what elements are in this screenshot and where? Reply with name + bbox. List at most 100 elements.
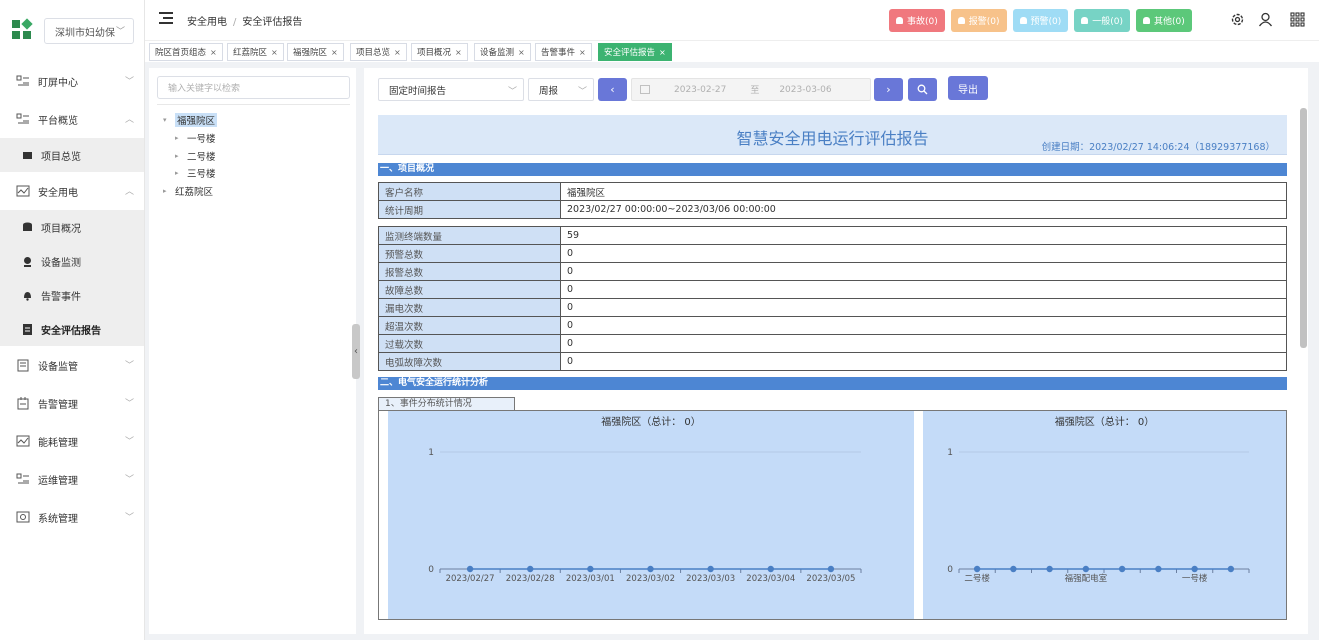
close-icon[interactable]: × bbox=[271, 48, 278, 57]
panel-splitter-handle[interactable]: ‹ bbox=[352, 324, 360, 379]
close-icon[interactable]: × bbox=[518, 48, 525, 57]
next-period-button[interactable]: › bbox=[874, 78, 903, 101]
tab-project-summary[interactable]: 项目概况 × bbox=[411, 43, 468, 61]
menu-item-safe-electricity[interactable]: 安全用电 ︿ bbox=[0, 172, 144, 210]
menu-item-ops-management[interactable]: 运维管理 ﹀ bbox=[0, 460, 144, 498]
table-value: 2023/02/27 00:00:00~2023/03/06 00:00:00 bbox=[560, 200, 1287, 219]
table-value: 福强院区 bbox=[560, 182, 1287, 201]
menu-item-device-monitor[interactable]: 设备监测 bbox=[0, 244, 144, 278]
collapse-menu-icon[interactable] bbox=[159, 12, 173, 24]
tree-node-label: 福强院区 bbox=[175, 113, 218, 127]
chevron-down-icon: ﹀ bbox=[124, 399, 134, 409]
tab-label: 设备监测 bbox=[480, 48, 515, 58]
close-icon[interactable]: × bbox=[394, 48, 401, 57]
tab-label: 项目概况 bbox=[417, 48, 452, 58]
menu-item-project-overview[interactable]: 项目总览 bbox=[0, 138, 144, 172]
menu-item-system-management[interactable]: 系统管理 ﹀ bbox=[0, 498, 144, 536]
search-placeholder: 输入关键字以检索 bbox=[168, 84, 241, 94]
accident-badge[interactable]: 事故(0) bbox=[889, 9, 945, 32]
other-badge[interactable]: 其他(0) bbox=[1136, 9, 1192, 32]
chevron-down-icon: ﹀ bbox=[124, 513, 134, 523]
menu-item-platform-overview[interactable]: 平台概览 ︿ bbox=[0, 100, 144, 138]
menu-label: 安全评估报告 bbox=[41, 325, 101, 337]
menu-item-alarm-management[interactable]: 告警管理 ﹀ bbox=[0, 384, 144, 422]
warning-badge[interactable]: 预警(0) bbox=[1012, 9, 1069, 32]
chevron-down-icon: ﹀ bbox=[124, 437, 134, 447]
general-badge[interactable]: 一般(0) bbox=[1074, 9, 1130, 32]
table-row: 监测终端数量 59 bbox=[378, 226, 1287, 245]
tab-device-monitor[interactable]: 设备监测 × bbox=[474, 43, 531, 61]
data-point bbox=[707, 565, 714, 573]
bell-icon bbox=[1081, 17, 1089, 24]
settings-icon[interactable] bbox=[1230, 12, 1245, 27]
breadcrumb-separator: / bbox=[233, 17, 237, 28]
chart-by-date-svg: 福强院区（总计： 0） 0 1 2023/02/27 2023/02/28 2023/03… bbox=[428, 415, 862, 584]
org-select-value: 深圳市妇幼保 bbox=[55, 27, 115, 39]
close-icon[interactable]: × bbox=[210, 48, 217, 57]
caret-down-icon: ▾ bbox=[163, 116, 167, 124]
user-icon[interactable] bbox=[1258, 12, 1273, 27]
report-period-select[interactable]: 周报 ﹀ bbox=[528, 78, 594, 101]
menu-label: 告警事件 bbox=[41, 291, 81, 303]
tab-project-overview[interactable]: 项目总览 × bbox=[350, 43, 407, 61]
table-key: 报警总数 bbox=[378, 262, 561, 281]
calendar-icon bbox=[640, 85, 650, 94]
breadcrumb-item[interactable]: 安全用电 bbox=[187, 17, 227, 28]
tab-campus-home[interactable]: 院区首页组态 × bbox=[149, 43, 223, 61]
search-button[interactable] bbox=[908, 78, 937, 101]
data-point bbox=[647, 565, 654, 573]
report-type-select[interactable]: 固定时间报告 ﹀ bbox=[378, 78, 524, 101]
date-range-picker[interactable]: 2023-02-27 至 2023-03-06 bbox=[631, 78, 871, 101]
close-icon[interactable]: × bbox=[331, 48, 338, 57]
tree-node-hongli[interactable]: ▸ 红荔院区 bbox=[163, 184, 213, 198]
y-tick-label: 1 bbox=[947, 448, 953, 458]
menu-item-project-summary[interactable]: 项目概况 bbox=[0, 210, 144, 244]
data-point bbox=[1227, 565, 1235, 573]
tab-fuqiang[interactable]: 福强院区 × bbox=[287, 43, 344, 61]
top-header: 安全用电 / 安全评估报告 事故(0) 报警(0) 预警(0) 一般(0) 其他(0… bbox=[145, 0, 1319, 40]
tab-label: 福强院区 bbox=[293, 48, 328, 58]
table-key: 故障总数 bbox=[378, 280, 561, 299]
filter-bar: 固定时间报告 ﹀ 周报 ﹀ ‹ 2023-02-27 至 2023-03-06 › … bbox=[364, 68, 1308, 108]
menu-item-monitor-center[interactable]: 盯屏中心 ﹀ bbox=[0, 62, 144, 100]
table-value: 0 bbox=[560, 280, 1287, 299]
report-scrollbar[interactable] bbox=[1300, 108, 1307, 348]
subsection-tab: 1、事件分布统计情况 bbox=[378, 397, 515, 411]
menu-label: 运维管理 bbox=[38, 475, 78, 487]
menu-item-safety-report[interactable]: 安全评估报告 bbox=[0, 312, 144, 346]
table-value: 0 bbox=[560, 316, 1287, 335]
tab-alarm-events[interactable]: 告警事件 × bbox=[535, 43, 592, 61]
alarm-badge[interactable]: 报警(0) bbox=[950, 9, 1007, 32]
campus-tree-panel: 输入关键字以检索 ▾ 福强院区 ▸ 一号楼 ▸ 二号楼 ▸ 三号楼 ▸ 红荔院区 bbox=[149, 68, 356, 634]
tree-node-label: 一号楼 bbox=[187, 134, 216, 145]
data-point bbox=[587, 565, 594, 573]
menu-item-alarm-events[interactable]: 告警事件 bbox=[0, 278, 144, 312]
export-button[interactable]: 导出 bbox=[948, 76, 988, 100]
apps-grid-icon[interactable] bbox=[1290, 12, 1305, 27]
data-point bbox=[1046, 565, 1053, 573]
data-point bbox=[1155, 565, 1162, 573]
x-tick-label: 2023/03/02 bbox=[626, 574, 675, 584]
tree-search-input[interactable]: 输入关键字以检索 bbox=[157, 76, 350, 99]
org-select[interactable]: 深圳市妇幼保 ﹀ bbox=[44, 18, 134, 44]
table-row: 超温次数 0 bbox=[378, 316, 1287, 335]
tree-node-building-2[interactable]: ▸ 二号楼 bbox=[175, 149, 216, 163]
project-overview-icon bbox=[22, 150, 33, 161]
tab-honglí[interactable]: 红荔院区 × bbox=[227, 43, 284, 61]
tab-bar: 院区首页组态 × 红荔院区 × 福强院区 × 项目总览 × 项目概况 × 设备监测 × 告警… bbox=[145, 40, 1319, 62]
tree-node-fuqiang[interactable]: ▾ 福强院区 bbox=[163, 113, 218, 127]
tree-node-building-1[interactable]: ▸ 一号楼 bbox=[175, 131, 216, 145]
menu-item-device-supervision[interactable]: 设备监管 ﹀ bbox=[0, 346, 144, 384]
close-icon[interactable]: × bbox=[579, 48, 586, 57]
x-tick-label: 2023/02/27 bbox=[446, 574, 495, 584]
menu-item-energy-management[interactable]: 能耗管理 ﹀ bbox=[0, 422, 144, 460]
chevron-down-icon: ﹀ bbox=[124, 361, 134, 371]
prev-period-button[interactable]: ‹ bbox=[598, 78, 627, 101]
close-icon[interactable]: × bbox=[659, 48, 666, 57]
y-tick-label: 0 bbox=[947, 565, 953, 575]
close-icon[interactable]: × bbox=[455, 48, 462, 57]
report-created-date: 创建日期：2023/02/27 14:06:24（18929377168） bbox=[1041, 142, 1275, 153]
tree-node-building-3[interactable]: ▸ 三号楼 bbox=[175, 166, 216, 180]
tab-safety-report[interactable]: 安全评估报告 × bbox=[598, 43, 672, 61]
tab-label: 红荔院区 bbox=[233, 48, 268, 58]
